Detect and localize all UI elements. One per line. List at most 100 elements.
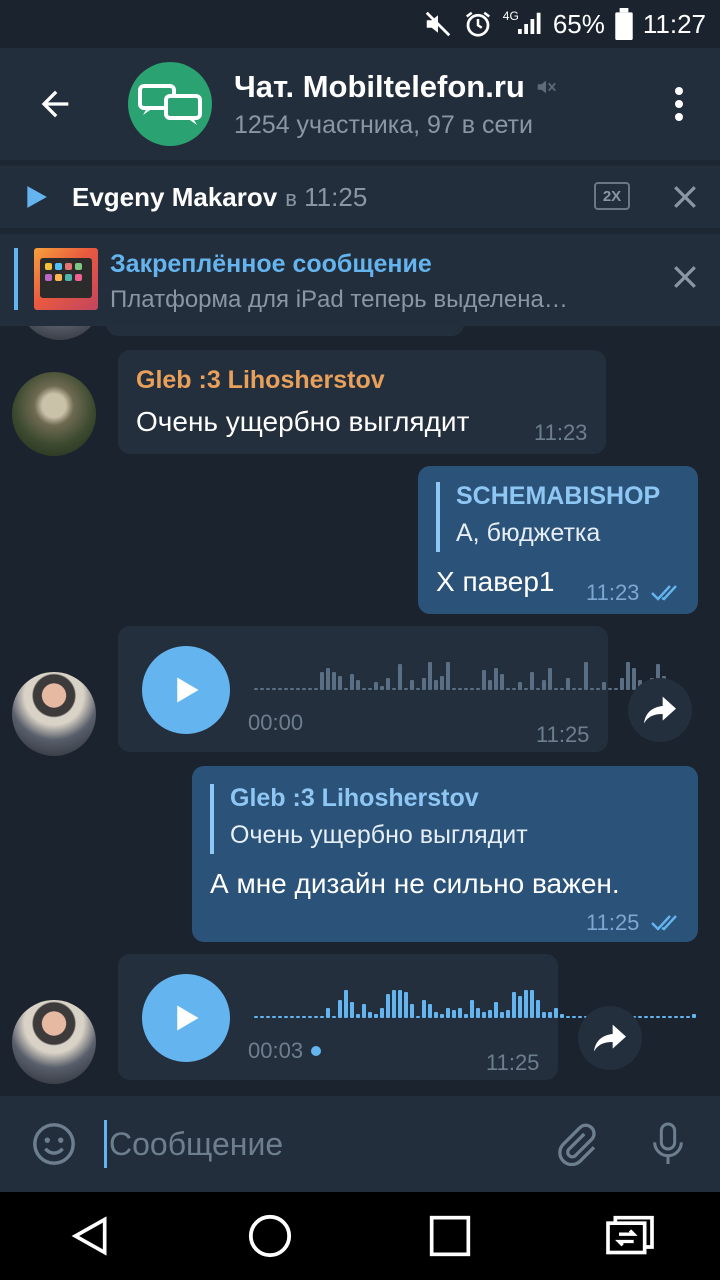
waveform-bar bbox=[464, 688, 468, 690]
waveform-bar bbox=[410, 680, 414, 690]
sender-name[interactable]: Gleb :3 Lihosherstov bbox=[136, 366, 385, 395]
waveform-bar bbox=[674, 1016, 678, 1018]
pinned-message[interactable]: Закреплённое сообщение Платформа для iPa… bbox=[0, 234, 720, 326]
share-button[interactable] bbox=[628, 678, 692, 742]
message-bubble[interactable]: SCHEMABISHOP А, бюджетка Х павер1 11:23 bbox=[418, 466, 698, 614]
nav-switch-sim-button[interactable] bbox=[585, 1192, 675, 1280]
close-pinned-button[interactable] bbox=[672, 264, 698, 290]
waveform-bar bbox=[488, 680, 492, 690]
waveform-bar bbox=[410, 1004, 414, 1018]
voice-play-button[interactable] bbox=[142, 646, 230, 734]
close-audio-button[interactable] bbox=[672, 184, 698, 210]
waveform-bar bbox=[626, 662, 630, 690]
waveform-bar bbox=[476, 688, 480, 690]
waveform-bar bbox=[338, 676, 342, 690]
waveform-bar bbox=[518, 682, 522, 690]
audio-player-bar[interactable]: Evgeny Makarov в 11:25 2X bbox=[0, 166, 720, 228]
waveform-bar bbox=[482, 1012, 486, 1018]
reply-name: Gleb :3 Lihosherstov bbox=[230, 784, 479, 812]
nav-home-button[interactable] bbox=[225, 1192, 315, 1280]
waveform-bar bbox=[656, 1016, 660, 1018]
message-list[interactable]: Gleb :3 Lihosherstov Очень ущербно выгля… bbox=[0, 326, 720, 1096]
waveform-bar bbox=[566, 1016, 570, 1018]
message-input[interactable] bbox=[104, 1120, 524, 1168]
waveform-bar bbox=[302, 1016, 306, 1018]
avatar[interactable] bbox=[18, 326, 102, 340]
back-button[interactable] bbox=[0, 48, 110, 160]
double-check-icon bbox=[651, 585, 677, 601]
microphone-icon bbox=[653, 1122, 683, 1164]
voice-message[interactable]: 00:00 11:25 bbox=[118, 626, 672, 752]
audio-play-button[interactable] bbox=[0, 184, 72, 210]
waveform-bar bbox=[422, 1000, 426, 1018]
waveform-bar bbox=[686, 1016, 690, 1018]
voice-play-button[interactable] bbox=[142, 974, 230, 1062]
waveform-bar bbox=[374, 1014, 378, 1018]
waveform-bar bbox=[254, 1016, 258, 1018]
waveform-bar bbox=[608, 688, 612, 690]
message-bubble-partial[interactable] bbox=[106, 326, 464, 336]
waveform-bar bbox=[284, 1016, 288, 1018]
voice-duration: 00:03 bbox=[248, 1038, 322, 1064]
waveform-bar bbox=[404, 992, 408, 1018]
nav-back-button[interactable] bbox=[45, 1192, 135, 1280]
emoji-icon bbox=[33, 1123, 75, 1165]
waveform-bar bbox=[278, 1016, 282, 1018]
duration-text: 00:00 bbox=[248, 710, 304, 735]
waveform-bar bbox=[560, 688, 564, 690]
double-check-icon bbox=[651, 915, 677, 931]
nav-recents-button[interactable] bbox=[405, 1192, 495, 1280]
waveform-bar bbox=[494, 668, 498, 690]
chat-info[interactable]: Чат. Mobiltelefon.ru 1254 участника, 97 … bbox=[234, 69, 654, 140]
waveform-bar bbox=[578, 688, 582, 690]
voice-waveform[interactable] bbox=[254, 660, 672, 690]
waveform-bar bbox=[362, 1004, 366, 1018]
voice-record-button[interactable] bbox=[642, 1118, 694, 1170]
reply-quote[interactable]: SCHEMABISHOP А, бюджетка bbox=[436, 482, 660, 552]
waveform-bar bbox=[290, 1016, 294, 1018]
waveform-bar bbox=[446, 1008, 450, 1018]
waveform-bar bbox=[398, 664, 402, 690]
circle-home-icon bbox=[248, 1214, 292, 1258]
waveform-bar bbox=[572, 688, 576, 690]
waveform-bar bbox=[320, 1016, 324, 1018]
triangle-back-icon bbox=[71, 1216, 107, 1256]
avatar[interactable] bbox=[12, 1000, 96, 1084]
waveform-bar bbox=[584, 662, 588, 690]
avatar[interactable] bbox=[12, 672, 96, 756]
waveform-bar bbox=[530, 672, 534, 690]
waveform-bar bbox=[644, 1016, 648, 1018]
waveform-bar bbox=[332, 672, 336, 690]
attach-button[interactable] bbox=[550, 1118, 602, 1170]
menu-button[interactable] bbox=[654, 48, 704, 160]
waveform-bar bbox=[374, 682, 378, 690]
chat-avatar[interactable] bbox=[128, 62, 212, 146]
waveform-bar bbox=[368, 1012, 372, 1018]
waveform-bar bbox=[542, 1012, 546, 1018]
message-bubble[interactable]: Gleb :3 Lihosherstov Очень ущербно выгля… bbox=[192, 766, 698, 942]
close-icon bbox=[674, 186, 696, 208]
waveform-bar bbox=[638, 1016, 642, 1018]
battery-icon bbox=[615, 8, 633, 40]
waveform-bar bbox=[440, 1014, 444, 1018]
message-text: Очень ущербно выглядит bbox=[136, 406, 470, 437]
waveform-bar bbox=[392, 990, 396, 1018]
avatar[interactable] bbox=[12, 372, 96, 456]
waveform-bar bbox=[530, 990, 534, 1018]
voice-message[interactable]: 00:03 11:25 bbox=[118, 954, 696, 1080]
audio-author: Evgeny Makarov bbox=[72, 181, 278, 212]
waveform-bar bbox=[386, 994, 390, 1018]
message-bubble[interactable]: Gleb :3 Lihosherstov Очень ущербно выгля… bbox=[118, 350, 606, 454]
system-nav-bar bbox=[0, 1192, 720, 1280]
waveform-bar bbox=[680, 1016, 684, 1018]
forward-icon bbox=[594, 1024, 626, 1052]
emoji-button[interactable] bbox=[28, 1118, 80, 1170]
waveform-bar bbox=[434, 1012, 438, 1018]
message-time: 11:25 bbox=[536, 722, 590, 747]
playback-speed-button[interactable]: 2X bbox=[594, 182, 630, 210]
waveform-bar bbox=[548, 1012, 552, 1018]
share-button[interactable] bbox=[578, 1006, 642, 1070]
pinned-thumbnail bbox=[34, 248, 98, 310]
status-bar: 4G 65% 11:27 bbox=[0, 0, 720, 48]
reply-quote[interactable]: Gleb :3 Lihosherstov Очень ущербно выгля… bbox=[210, 784, 528, 854]
